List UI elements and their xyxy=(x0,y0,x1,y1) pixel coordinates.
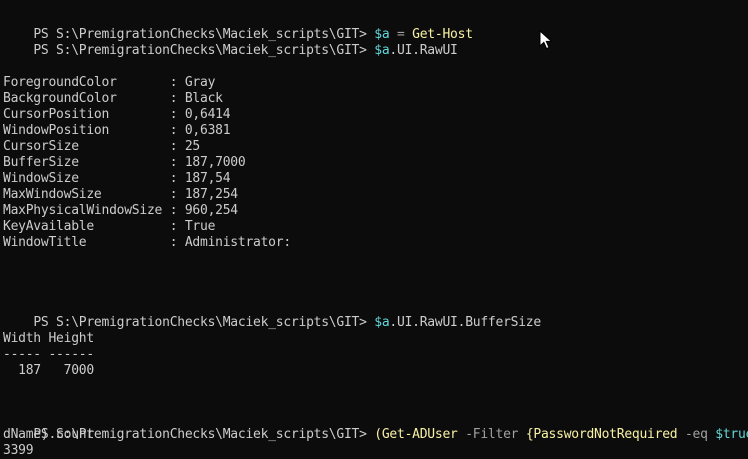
output-row: BufferSize : 187,7000 xyxy=(3,155,246,170)
output-row: KeyAvailable : True xyxy=(3,219,216,234)
variable-token: $a xyxy=(374,43,390,58)
prompt-line-4: PS S:\PremigrationChecks\Maciek_scripts\… xyxy=(3,411,748,442)
variable-token: $true xyxy=(715,427,748,442)
output-row: BackgroundColor : Black xyxy=(3,91,223,106)
member-token: .UI.RawUI xyxy=(389,43,458,58)
paren-token: ( xyxy=(374,427,382,442)
output-row: WindowPosition : 0,6381 xyxy=(3,123,231,138)
prompt-line-2: PS S:\PremigrationChecks\Maciek_scripts\… xyxy=(3,27,458,58)
prompt-line-3: PS S:\PremigrationChecks\Maciek_scripts\… xyxy=(3,299,541,330)
table-row: 187 7000 xyxy=(3,363,94,378)
property-token: PasswordNotRequired xyxy=(533,427,678,442)
cmdlet-token: Get-ADUser xyxy=(381,427,458,442)
output-row: CursorPosition : 0,6414 xyxy=(3,107,231,122)
table-rule: ----- ------ xyxy=(3,347,94,362)
prompt-text: PS S:\PremigrationChecks\Maciek_scripts\… xyxy=(33,315,375,330)
table-header: Width Height xyxy=(3,331,94,346)
member-token: .UI.RawUI.BufferSize xyxy=(389,315,541,330)
command-result: 3399 xyxy=(3,443,34,458)
variable-token: $a xyxy=(374,315,390,330)
mouse-pointer-icon xyxy=(539,30,553,50)
output-row: WindowSize : 187,54 xyxy=(3,171,231,186)
output-row: MaxPhysicalWindowSize : 960,254 xyxy=(3,203,238,218)
console-window[interactable]: PS S:\PremigrationChecks\Maciek_scripts\… xyxy=(0,0,748,459)
prompt-line-1: PS S:\PremigrationChecks\Maciek_scripts\… xyxy=(3,11,473,42)
operator-token: -eq xyxy=(677,427,716,442)
prompt-text: PS S:\PremigrationChecks\Maciek_scripts\… xyxy=(33,43,375,58)
output-row: CursorSize : 25 xyxy=(3,139,200,154)
parameter-token: -Filter xyxy=(457,427,526,442)
output-row: WindowTitle : Administrator: xyxy=(3,235,291,250)
output-row: ForegroundColor : Gray xyxy=(3,75,216,90)
output-row: MaxWindowSize : 187,254 xyxy=(3,187,238,202)
command-continuation: dName).count xyxy=(3,427,94,442)
